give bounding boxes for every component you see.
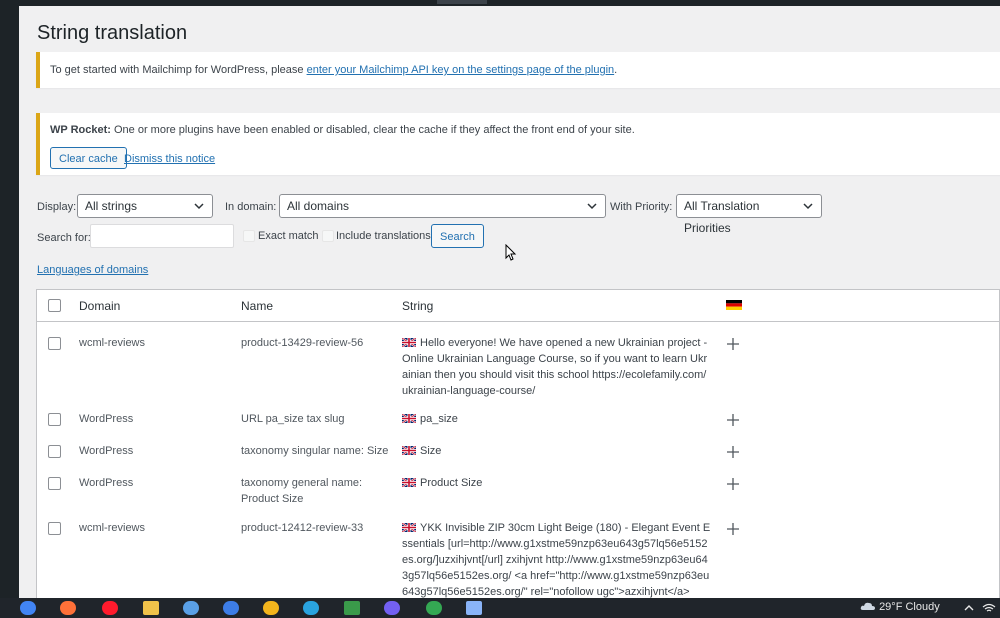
mailchimp-text: To get started with Mailchimp for WordPr… — [50, 64, 304, 76]
wprocket-message: One or more plugins have been enabled or… — [113, 124, 635, 136]
row-string-text: Hello everyone! We have opened a new Ukr… — [402, 337, 708, 397]
app-icon[interactable] — [263, 601, 279, 615]
row-checkbox[interactable] — [48, 522, 61, 535]
file-explorer-icon[interactable] — [143, 601, 159, 615]
wprocket-label: WP Rocket: — [50, 124, 111, 136]
wprocket-notice-text: WP Rocket: One or more plugins have been… — [50, 124, 635, 136]
app-icon[interactable] — [466, 601, 482, 615]
mailchimp-settings-link[interactable]: enter your Mailchimp API key on the sett… — [307, 64, 615, 76]
exact-match-label: Exact match — [258, 230, 319, 242]
firefox-icon[interactable] — [60, 601, 76, 615]
uk-flag-icon — [402, 414, 416, 423]
row-name: product-13429-review-56 — [241, 337, 364, 349]
chevron-up-icon[interactable] — [964, 604, 974, 612]
mouse-cursor-icon — [505, 244, 517, 261]
add-translation-icon[interactable] — [726, 337, 740, 351]
add-translation-icon[interactable] — [726, 413, 740, 427]
viber-icon[interactable] — [384, 601, 400, 615]
os-taskbar: 29°F Cloudy — [0, 598, 1000, 618]
cloud-icon — [860, 602, 875, 610]
row-checkbox[interactable] — [48, 445, 61, 458]
row-name: product-12412-review-33 — [241, 522, 364, 534]
select-all-checkbox[interactable] — [48, 299, 61, 312]
opera-icon[interactable] — [102, 601, 118, 615]
priority-label: With Priority: — [610, 201, 673, 213]
telegram-icon[interactable] — [303, 601, 319, 615]
window-notch — [437, 0, 487, 4]
uk-flag-icon — [402, 523, 416, 532]
header-string[interactable]: String — [402, 299, 433, 313]
row-string-text: Size — [420, 445, 442, 457]
mailchimp-notice-text: To get started with Mailchimp for WordPr… — [50, 64, 617, 76]
wprocket-notice: WP Rocket: One or more plugins have been… — [36, 113, 1000, 175]
app-icon[interactable] — [223, 601, 239, 615]
exact-match-checkbox[interactable] — [243, 230, 255, 242]
add-translation-icon[interactable] — [726, 477, 740, 491]
row-domain: WordPress — [79, 445, 134, 457]
page-title: String translation — [37, 22, 188, 44]
header-domain[interactable]: Domain — [79, 299, 120, 313]
row-domain: WordPress — [79, 413, 134, 425]
row-domain: wcml-reviews — [79, 522, 145, 534]
row-string-text: Product Size — [420, 477, 483, 489]
uk-flag-icon — [402, 446, 416, 455]
row-checkbox[interactable] — [48, 337, 61, 350]
priority-select[interactable]: All Translation Priorities — [676, 194, 822, 235]
main-content: String translation To get started with M… — [19, 6, 1000, 598]
domain-select-value: All domains — [287, 199, 350, 213]
uk-flag-icon — [402, 478, 416, 487]
row-name: taxonomy general name: Product Size — [241, 477, 363, 505]
strings-table: Domain Name String wcml-reviews product-… — [36, 289, 1000, 598]
chrome-icon[interactable] — [20, 601, 36, 615]
display-label: Display: — [37, 201, 77, 213]
priority-select-value: All Translation Priorities — [684, 199, 760, 235]
display-select[interactable]: All strings — [77, 194, 213, 218]
app-icon[interactable] — [344, 601, 360, 615]
chevron-down-icon — [194, 203, 204, 210]
row-string: Hello everyone! We have opened a new Ukr… — [402, 335, 712, 399]
german-flag-icon — [726, 300, 742, 310]
header-name[interactable]: Name — [241, 299, 273, 313]
row-domain: WordPress — [79, 477, 134, 489]
domain-label: In domain: — [225, 201, 277, 213]
row-string: pa_size — [402, 411, 712, 427]
clear-cache-button[interactable]: Clear cache — [50, 147, 127, 169]
dismiss-notice-link[interactable]: Dismiss this notice — [124, 153, 215, 165]
include-translations-label: Include translations — [336, 230, 431, 242]
weather-text: 29°F Cloudy — [879, 601, 940, 613]
row-string-text: pa_size — [420, 413, 458, 425]
domain-select[interactable]: All domains — [279, 194, 606, 218]
row-string: Product Size — [402, 475, 712, 491]
admin-sidebar — [0, 6, 19, 598]
mailchimp-notice: To get started with Mailchimp for WordPr… — [36, 52, 1000, 88]
table-header: Domain Name String — [37, 290, 999, 322]
chrome-icon[interactable] — [426, 601, 442, 615]
mailchimp-suffix: . — [614, 64, 618, 76]
row-name: taxonomy singular name: Size — [241, 445, 389, 457]
row-string: Size — [402, 443, 712, 459]
app-icon[interactable] — [183, 601, 199, 615]
add-translation-icon[interactable] — [726, 445, 740, 459]
include-translations-checkbox[interactable] — [322, 230, 334, 242]
search-label: Search for: — [37, 232, 91, 244]
weather-widget[interactable]: 29°F Cloudy — [860, 601, 940, 613]
row-domain: wcml-reviews — [79, 337, 145, 349]
search-input[interactable] — [90, 224, 234, 248]
row-checkbox[interactable] — [48, 477, 61, 490]
display-select-value: All strings — [85, 199, 138, 213]
languages-of-domains-link[interactable]: Languages of domains — [37, 264, 148, 276]
row-name: URL pa_size tax slug — [241, 413, 345, 425]
search-button[interactable]: Search — [431, 224, 484, 248]
row-string: YKK Invisible ZIP 30cm Light Beige (180)… — [402, 520, 712, 598]
chevron-down-icon — [803, 203, 813, 210]
uk-flag-icon — [402, 338, 416, 347]
row-checkbox[interactable] — [48, 413, 61, 426]
add-translation-icon[interactable] — [726, 522, 740, 536]
row-string-text: YKK Invisible ZIP 30cm Light Beige (180)… — [402, 522, 711, 598]
wifi-icon[interactable] — [982, 603, 996, 613]
chevron-down-icon — [587, 203, 597, 210]
